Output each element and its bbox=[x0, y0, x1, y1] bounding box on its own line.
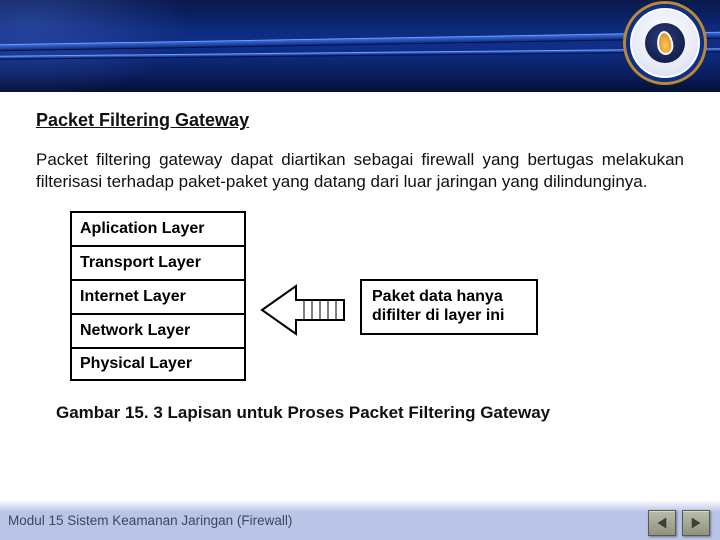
slide-footer: Modul 15 Sistem Keamanan Jaringan (Firew… bbox=[0, 500, 720, 540]
slide-header bbox=[0, 0, 720, 92]
slide-content: Packet Filtering Gateway Packet filterin… bbox=[0, 110, 720, 423]
layer-cell: Aplication Layer bbox=[70, 211, 246, 245]
header-bar bbox=[0, 48, 720, 60]
layer-cell: Network Layer bbox=[70, 313, 246, 347]
arrow-container bbox=[260, 282, 346, 338]
filter-note-box: Paket data hanya difilter di layer ini bbox=[360, 279, 538, 335]
footer-text: Modul 15 Sistem Keamanan Jaringan (Firew… bbox=[8, 513, 292, 528]
arrow-right-icon bbox=[689, 516, 703, 530]
institution-logo bbox=[626, 4, 704, 82]
layer-stack: Aplication Layer Transport Layer Interne… bbox=[70, 211, 246, 381]
figure-caption: Gambar 15. 3 Lapisan untuk Proses Packet… bbox=[56, 403, 684, 423]
section-title: Packet Filtering Gateway bbox=[36, 110, 684, 131]
layer-cell: Internet Layer bbox=[70, 279, 246, 313]
flame-icon bbox=[655, 30, 674, 56]
slide-nav bbox=[648, 510, 710, 536]
layer-cell: Physical Layer bbox=[70, 347, 246, 381]
arrow-left-icon bbox=[260, 282, 346, 338]
logo-inner-icon bbox=[645, 23, 686, 64]
prev-slide-button[interactable] bbox=[648, 510, 676, 536]
layer-diagram: Aplication Layer Transport Layer Interne… bbox=[70, 211, 684, 381]
section-body: Packet filtering gateway dapat diartikan… bbox=[36, 149, 684, 193]
arrow-left-icon bbox=[655, 516, 669, 530]
next-slide-button[interactable] bbox=[682, 510, 710, 536]
layer-cell: Transport Layer bbox=[70, 245, 246, 279]
